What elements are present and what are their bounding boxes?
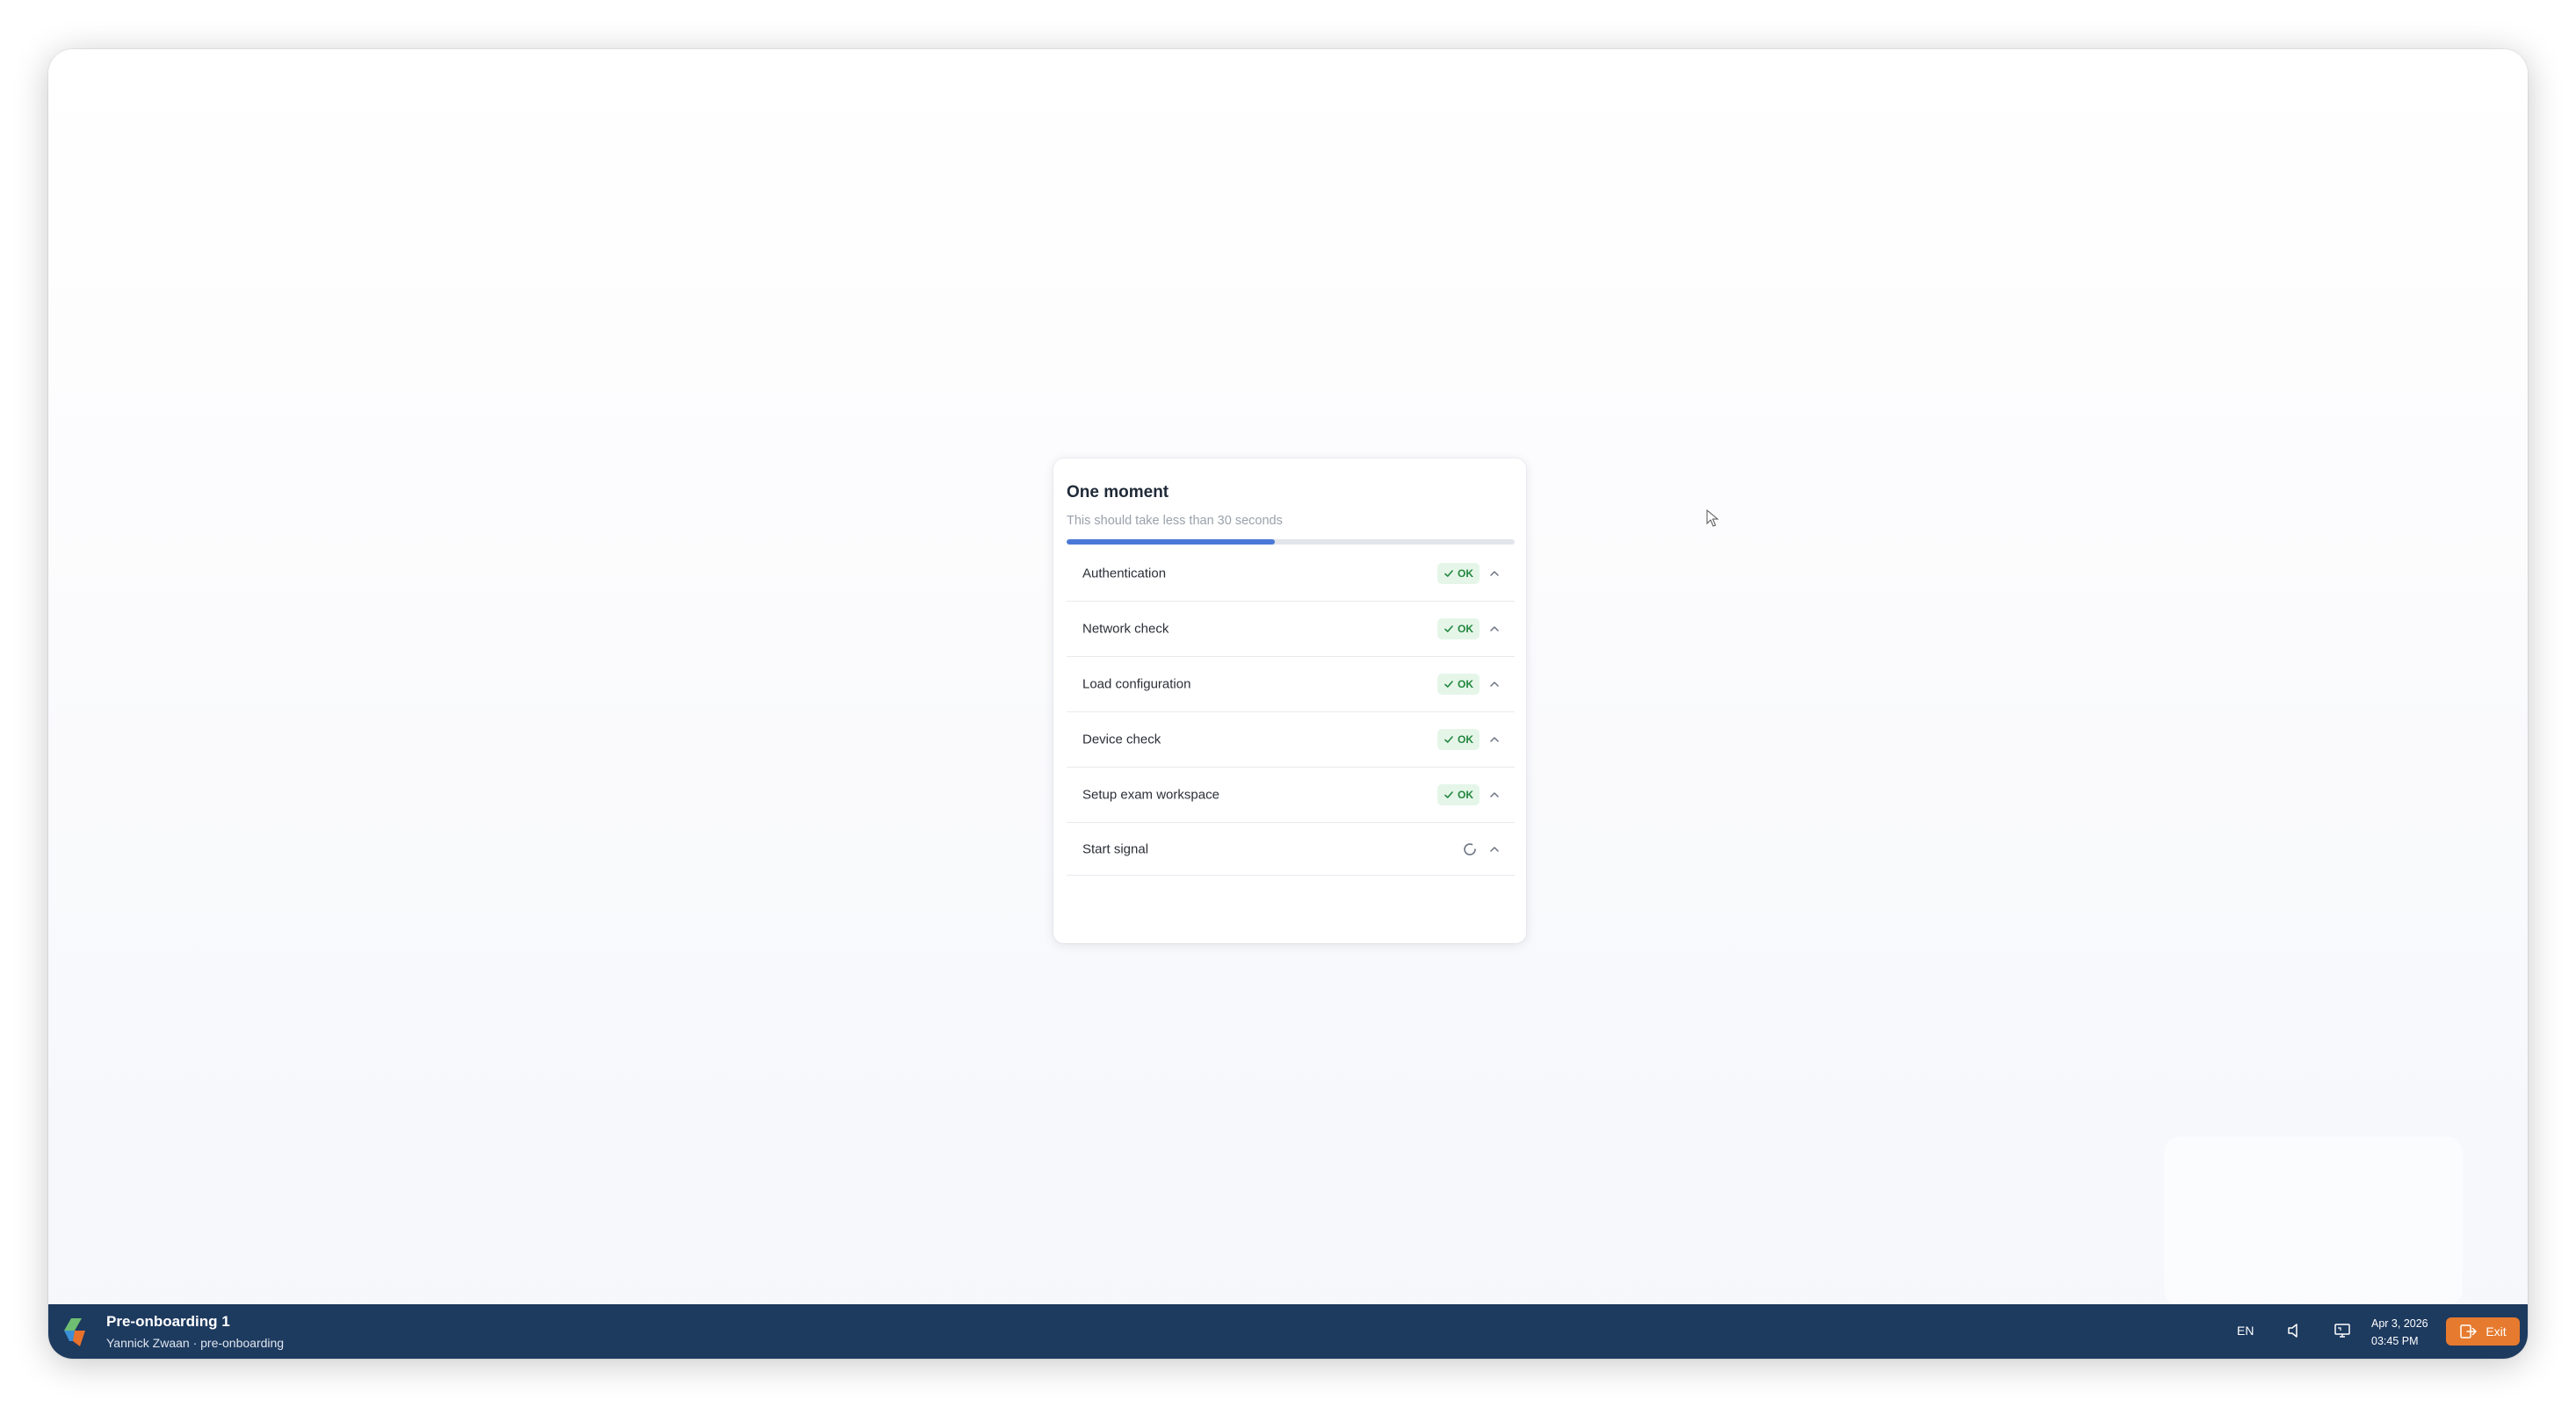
- date-text: Apr 3, 2026: [2371, 1317, 2428, 1330]
- step-label: Network check: [1082, 621, 1169, 637]
- card-title: One moment: [1067, 483, 1169, 501]
- faint-panel: [2164, 1136, 2463, 1305]
- status-text: OK: [1458, 789, 1473, 801]
- check-icon: [1444, 570, 1453, 577]
- mouse-cursor-icon: [1706, 509, 1719, 527]
- check-icon: [1444, 625, 1453, 632]
- time-text: 03:45 PM: [2371, 1335, 2419, 1347]
- step-label: Load configuration: [1082, 676, 1191, 692]
- step-label: Authentication: [1082, 566, 1167, 581]
- loading-card: One moment This should take less than 30…: [1053, 458, 1526, 943]
- status-badge: OK: [1437, 618, 1480, 639]
- screen-icon[interactable]: [2333, 1321, 2352, 1340]
- chevron-up-icon[interactable]: [1488, 789, 1501, 801]
- logout-icon: [2460, 1324, 2478, 1338]
- status-badge: OK: [1437, 784, 1480, 805]
- chevron-up-icon[interactable]: [1488, 567, 1501, 580]
- step-setup-exam-workspace[interactable]: Setup exam workspace OK: [1067, 768, 1515, 823]
- progress-bar: [1067, 539, 1515, 545]
- check-icon: [1444, 681, 1453, 688]
- status-text: OK: [1458, 623, 1473, 635]
- status-text: OK: [1458, 733, 1473, 746]
- main-area: One moment This should take less than 30…: [48, 49, 2528, 1305]
- status-badge: OK: [1437, 729, 1480, 750]
- app-logo-icon: [64, 1318, 85, 1346]
- status-text: OK: [1458, 678, 1473, 690]
- step-label: Start signal: [1082, 841, 1149, 856]
- check-icon: [1444, 791, 1453, 798]
- status-badge: OK: [1437, 674, 1480, 695]
- step-network-check[interactable]: Network check OK: [1067, 602, 1515, 657]
- progress-fill: [1067, 539, 1276, 545]
- spinner-icon: [1464, 842, 1476, 855]
- speaker-icon[interactable]: [2285, 1321, 2305, 1340]
- chevron-up-icon[interactable]: [1488, 623, 1501, 635]
- status-text: OK: [1458, 567, 1473, 580]
- chevron-up-icon[interactable]: [1488, 843, 1501, 855]
- clock: Apr 3, 2026 03:45 PM: [2371, 1315, 2428, 1350]
- status-badge: OK: [1437, 563, 1480, 584]
- chevron-up-icon[interactable]: [1488, 733, 1501, 746]
- step-authentication[interactable]: Authentication OK: [1067, 546, 1515, 602]
- exit-label: Exit: [2486, 1324, 2507, 1338]
- app-title: Pre-onboarding 1: [106, 1313, 230, 1330]
- chevron-up-icon[interactable]: [1488, 678, 1501, 690]
- step-list: Authentication OK Network check OK Load …: [1067, 546, 1515, 876]
- exit-button[interactable]: Exit: [2446, 1317, 2520, 1346]
- language-selector[interactable]: EN: [2237, 1324, 2254, 1338]
- step-start-signal[interactable]: Start signal: [1067, 823, 1515, 876]
- step-label: Setup exam workspace: [1082, 787, 1219, 803]
- step-load-configuration[interactable]: Load configuration OK: [1067, 657, 1515, 712]
- taskbar: Pre-onboarding 1 Yannick Zwaan · pre-onb…: [48, 1304, 2528, 1359]
- app-subtitle: Yannick Zwaan · pre-onboarding: [106, 1336, 285, 1350]
- card-subtitle: This should take less than 30 seconds: [1067, 514, 1283, 528]
- app-window: One moment This should take less than 30…: [48, 49, 2528, 1359]
- check-icon: [1444, 736, 1453, 743]
- step-label: Device check: [1082, 732, 1161, 747]
- step-device-check[interactable]: Device check OK: [1067, 712, 1515, 768]
